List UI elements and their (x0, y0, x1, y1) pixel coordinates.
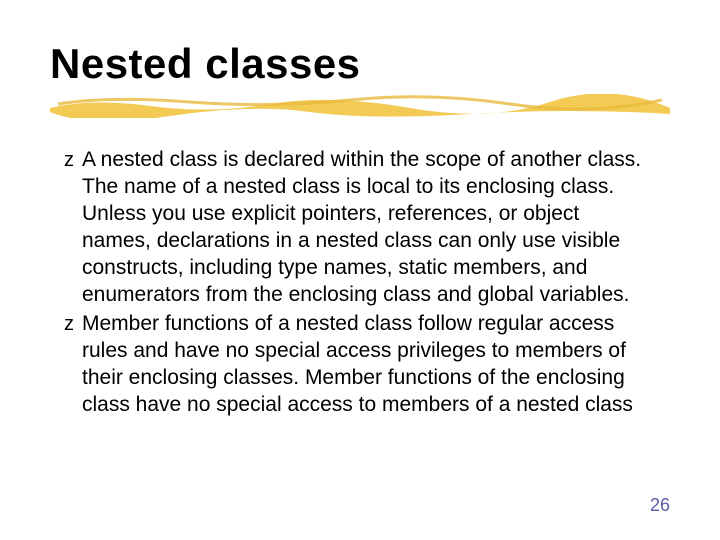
list-item: z Member functions of a nested class fol… (64, 310, 670, 418)
bullet-text: A nested class is declared within the sc… (82, 146, 642, 308)
bullet-text: Member functions of a nested class follo… (82, 310, 642, 418)
slide: Nested classes z A nested class is decla… (0, 0, 720, 540)
bullet-icon: z (64, 310, 74, 338)
page-number: 26 (650, 495, 670, 516)
title-underline (50, 94, 670, 118)
list-item: z A nested class is declared within the … (64, 146, 670, 308)
bullet-list: z A nested class is declared within the … (50, 146, 670, 418)
slide-title: Nested classes (50, 40, 670, 88)
bullet-icon: z (64, 146, 74, 174)
